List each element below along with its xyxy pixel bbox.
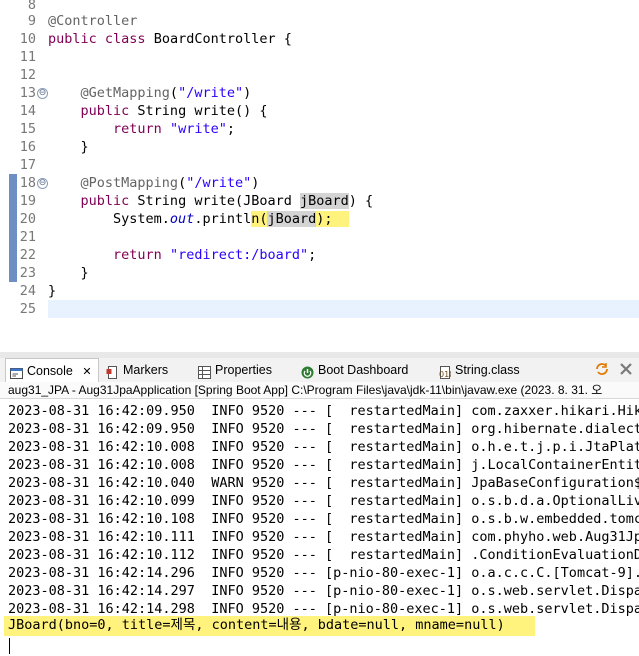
line-number: 12 (19, 67, 36, 83)
markers-icon (106, 363, 119, 380)
line-number: 9 (27, 13, 36, 29)
code-text: System.out.println(jBoard); (48, 211, 349, 227)
tab-string-class-label: String.class (455, 363, 520, 377)
editor-line: 18 ⊖ @PostMapping("/write") (0, 174, 639, 192)
line-number: 10 (19, 31, 36, 47)
line-number: 19 (19, 193, 36, 209)
code-text: @GetMapping("/write") (80, 85, 252, 101)
line-number: 17 (19, 157, 36, 173)
line-number: 13 (19, 85, 36, 101)
line-number: 21 (19, 229, 36, 245)
log-line: 2023-08-31 16:42:14.297 INFO 9520 --- [p… (8, 583, 639, 599)
line-number: 11 (19, 49, 36, 65)
editor-line: 11 (0, 48, 639, 66)
annotation-controller: @Controller (48, 13, 138, 29)
line-number: 15 (19, 121, 36, 137)
log-line: 2023-08-31 16:42:14.296 INFO 9520 --- [p… (8, 565, 639, 581)
properties-icon (198, 363, 211, 380)
tab-properties-label: Properties (215, 363, 272, 377)
console-tab-bar: Console ✕ Markers Properties Boot Dashbo… (0, 358, 639, 383)
editor-line: 12 (0, 66, 639, 84)
fold-toggle-icon[interactable]: ⊖ (37, 178, 48, 189)
editor-line: 24 } (0, 282, 639, 300)
code-text: public class BoardController { (48, 31, 292, 47)
editor-line: 10 public class BoardController { (0, 30, 639, 48)
log-line: 2023-08-31 16:42:10.040 WARN 9520 --- [ … (8, 475, 639, 491)
code-text: return "redirect:/board"; (113, 247, 317, 263)
editor-line: 25 (0, 300, 639, 318)
log-line: 2023-08-31 16:42:09.950 INFO 9520 --- [ … (8, 421, 639, 437)
code-editor[interactable]: 8 9 @Controller 10 public class BoardCon… (0, 0, 639, 352)
log-line: 2023-08-31 16:42:10.112 INFO 9520 --- [ … (8, 547, 639, 563)
editor-line: 13 ⊖ @GetMapping("/write") (0, 84, 639, 102)
tab-markers-label: Markers (123, 363, 169, 377)
editor-line: 16 } (0, 138, 639, 156)
tab-properties[interactable]: Properties (198, 358, 272, 382)
close-icon[interactable]: ✕ (82, 366, 91, 378)
line-number: 23 (19, 265, 36, 281)
editor-line: 9 @Controller (0, 12, 639, 30)
log-line: 2023-08-31 16:42:10.111 INFO 9520 --- [ … (8, 529, 639, 545)
log-line: 2023-08-31 16:42:10.008 INFO 9520 --- [ … (8, 457, 639, 473)
tab-boot-dashboard-label: Boot Dashboard (318, 363, 409, 377)
editor-line: 14 public String write() { (0, 102, 639, 120)
line-number: 24 (19, 283, 36, 299)
code-text: } (48, 283, 57, 299)
tab-markers[interactable]: Markers (106, 358, 168, 382)
log-line: 2023-08-31 16:42:10.099 INFO 9520 --- [ … (8, 493, 639, 509)
text-caret (9, 638, 10, 654)
log-line: 2023-08-31 16:42:10.008 INFO 9520 --- [ … (8, 439, 639, 455)
tab-string-class[interactable]: 010 String.class (438, 358, 520, 382)
editor-line: 21 (0, 228, 639, 246)
println-output-line: JBoard(bno=0, title=제목, content=내용, bdat… (4, 616, 535, 636)
line-number: 22 (19, 247, 36, 263)
code-text: @Controller (48, 12, 137, 30)
spring-boot-icon (301, 363, 314, 379)
editor-line: 17 (0, 156, 639, 174)
log-line: 2023-08-31 16:42:10.108 INFO 9520 --- [ … (8, 511, 639, 527)
svg-text:010: 010 (439, 370, 451, 379)
code-text: @PostMapping("/write") (80, 175, 260, 191)
line-number: 25 (19, 301, 36, 317)
tab-console-label: Console (27, 364, 73, 378)
console-launch-description: aug31_JPA - Aug31JpaApplication [Spring … (0, 382, 639, 399)
log-line: 2023-08-31 16:42:09.950 INFO 9520 --- [ … (8, 403, 639, 419)
editor-line: 23 } (0, 264, 639, 282)
console-icon (10, 364, 23, 380)
tab-console[interactable]: Console ✕ (5, 358, 99, 383)
code-text: } (48, 265, 89, 281)
line-number: 18 (19, 175, 36, 191)
console-output[interactable]: 2023-08-31 16:42:09.950 INFO 9520 --- [ … (0, 400, 639, 656)
code-text: } (48, 139, 89, 155)
code-text: public String write(JBoard jBoard) { (80, 193, 374, 209)
editor-line: 15 return "write"; (0, 120, 639, 138)
line-number: 20 (19, 211, 36, 227)
line-number: 14 (19, 103, 36, 119)
code-text: return "write"; (113, 121, 235, 137)
tab-boot-dashboard[interactable]: Boot Dashboard (301, 358, 408, 382)
line-number: 16 (19, 139, 36, 155)
fold-toggle-icon[interactable]: ⊖ (37, 88, 48, 99)
editor-line: 22 return "redirect:/board"; (0, 246, 639, 264)
editor-line: 19 public String write(JBoard jBoard) { (0, 192, 639, 210)
code-text: public String write() { (80, 103, 268, 119)
class-file-icon: 010 (438, 363, 454, 380)
editor-line: 20 System.out.println(jBoard); (0, 210, 639, 228)
